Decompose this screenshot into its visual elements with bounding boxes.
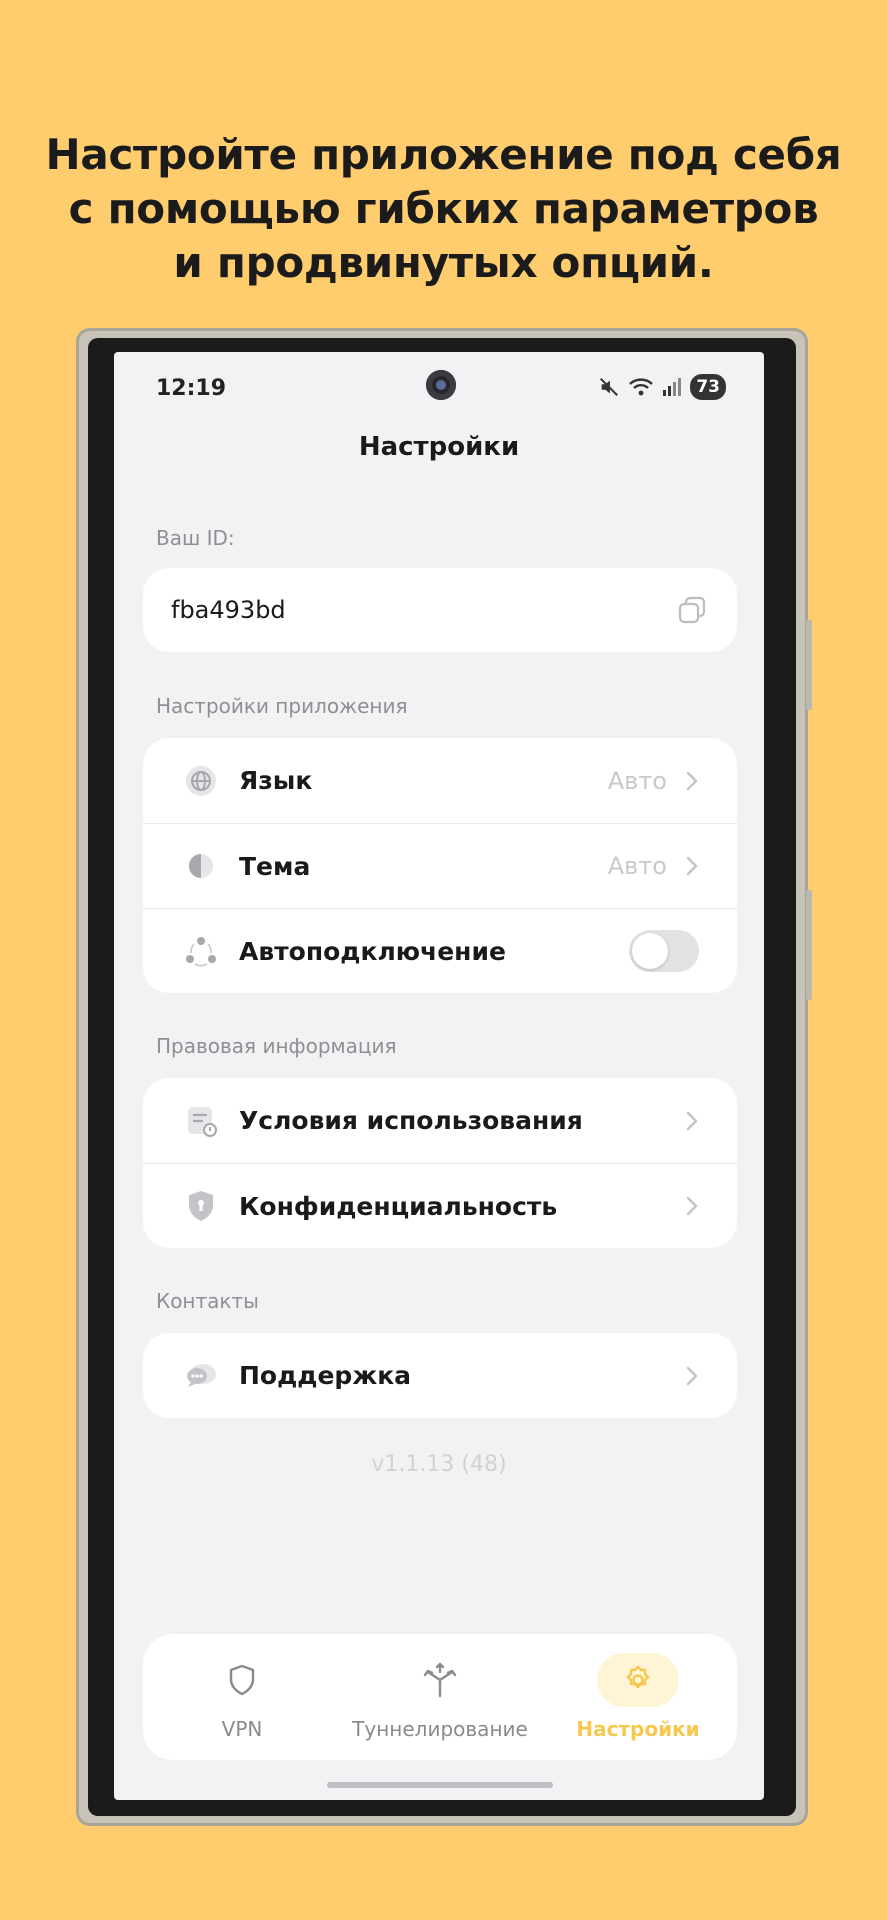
support-label: Поддержка xyxy=(239,1361,412,1390)
page-title: Настройки xyxy=(358,432,520,462)
home-indicator[interactable] xyxy=(327,1782,553,1788)
share-nodes-icon xyxy=(183,933,219,969)
gear-icon xyxy=(597,1653,679,1707)
split-arrows-icon xyxy=(399,1653,481,1707)
half-circle-icon xyxy=(183,848,219,884)
front-camera xyxy=(426,370,456,400)
contacts-section-label: Контакты xyxy=(156,1289,259,1313)
theme-row[interactable]: Тема Авто xyxy=(143,823,737,908)
language-value: Авто xyxy=(607,766,667,795)
language-label: Язык xyxy=(239,766,313,795)
copy-icon[interactable] xyxy=(677,595,707,625)
nav-vpn-label: VPN xyxy=(221,1717,263,1741)
autoconnect-label: Автоподключение xyxy=(239,936,506,966)
wifi-icon xyxy=(629,378,654,396)
nav-settings-label: Настройки xyxy=(576,1717,700,1741)
autoconnect-row: Автоподключение xyxy=(143,908,737,993)
legal-section-label: Правовая информация xyxy=(156,1034,397,1058)
privacy-label: Конфиденциальность xyxy=(239,1191,558,1221)
promo-line-2: с помощью гибких параметров xyxy=(68,184,819,233)
phone-side-button xyxy=(806,890,812,1000)
language-row[interactable]: Язык Авто xyxy=(143,738,737,823)
privacy-row[interactable]: Конфиденциальность xyxy=(143,1163,737,1248)
user-id-row[interactable]: fba493bd xyxy=(143,568,737,652)
id-section-label: Ваш ID: xyxy=(156,526,235,550)
support-row[interactable]: Поддержка xyxy=(143,1333,737,1418)
promo-line-3: и продвинутых опций. xyxy=(173,238,714,287)
chevron-right-icon xyxy=(686,1366,698,1385)
terms-label: Условия использования xyxy=(239,1106,583,1135)
phone-screen: 12:19 73 Настройки Ваш ID: fba493bd Наст… xyxy=(114,352,764,1800)
promo-line-1: Настройте приложение под себя xyxy=(45,130,842,179)
shield-lock-icon xyxy=(183,1188,219,1224)
app-version: v1.1.13 (48) xyxy=(371,1452,507,1477)
legal-card: Условия использования Конфиденциальность xyxy=(143,1078,737,1248)
globe-icon xyxy=(183,763,219,799)
user-id-value: fba493bd xyxy=(171,596,286,624)
battery-level: 73 xyxy=(690,374,726,400)
nav-settings[interactable]: Настройки xyxy=(539,1634,737,1760)
chevron-right-icon xyxy=(686,1111,698,1130)
signal-icon xyxy=(663,378,682,396)
chevron-right-icon xyxy=(686,771,698,790)
nav-tunneling-label: Туннелирование xyxy=(352,1717,528,1741)
promo-headline: Настройте приложение под себя с помощью … xyxy=(0,128,887,290)
theme-label: Тема xyxy=(239,851,311,881)
autoconnect-toggle[interactable] xyxy=(629,930,699,972)
id-card: fba493bd xyxy=(143,568,737,652)
chevron-right-icon xyxy=(686,856,698,876)
shield-icon xyxy=(201,1653,283,1707)
theme-value: Авто xyxy=(607,852,667,880)
bottom-nav: VPN Туннелирование Настройки xyxy=(143,1634,737,1760)
app-settings-label: Настройки приложения xyxy=(156,694,408,718)
status-time: 12:19 xyxy=(156,376,227,401)
mute-icon xyxy=(600,378,619,396)
status-icons: 73 xyxy=(598,374,726,400)
chat-icon xyxy=(183,1358,219,1394)
app-settings-card: Язык Авто Тема Авто Автоподключение xyxy=(143,738,737,993)
terms-row[interactable]: Условия использования xyxy=(143,1078,737,1163)
nav-vpn[interactable]: VPN xyxy=(143,1634,341,1760)
phone-side-button xyxy=(806,620,812,710)
chevron-right-icon xyxy=(686,1196,698,1216)
contacts-card: Поддержка xyxy=(143,1333,737,1418)
nav-tunneling[interactable]: Туннелирование xyxy=(341,1634,539,1760)
status-bar: 12:19 73 xyxy=(114,352,764,424)
document-icon xyxy=(183,1103,219,1139)
